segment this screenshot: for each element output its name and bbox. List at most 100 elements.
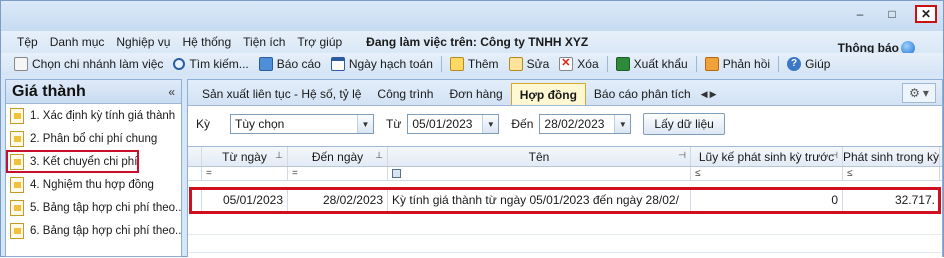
grid-filter-row: = = ≤ ≤ [188, 167, 942, 181]
sidebar-item-contract-acceptance[interactable]: 4. Nghiệm thu hợp đồng [6, 173, 181, 196]
menu-file[interactable]: Tệp [11, 35, 44, 49]
to-date-value: 28/02/2023 [544, 117, 605, 131]
menu-system[interactable]: Hệ thống [176, 35, 237, 49]
tab-prev-icon[interactable]: ◀ [701, 89, 708, 100]
chevron-down-icon: ▾ [922, 86, 929, 100]
chevron-down-icon: ▼ [614, 115, 631, 133]
sidebar-item-allocate-overhead[interactable]: 2. Phân bổ chi phí chung [6, 127, 181, 150]
sidebar-item-cost-period[interactable]: 1. Xác định kỳ tính giá thành [6, 104, 181, 127]
working-company-label: Đang làm việc trên: Công ty TNHH XYZ [366, 35, 589, 49]
sidebar-header: Giá thành « [6, 80, 181, 104]
col-header-from-date[interactable]: Từ ngày ⊥ [202, 147, 288, 166]
posting-date-button[interactable]: Ngày hạch toán [326, 57, 438, 71]
filter-prior-total[interactable]: ≤ [691, 167, 843, 180]
choose-branch-button[interactable]: Chọn chi nhánh làm việc [9, 57, 168, 71]
sidebar-item-label: 2. Phân bổ chi phí chung [30, 132, 158, 145]
sidebar-item-cost-summary-5[interactable]: 5. Bảng tập hợp chi phí theo... [6, 196, 181, 219]
settings-button[interactable]: ⚙ ▾ [902, 83, 936, 103]
sidebar-item-label: 3. Kết chuyển chi phí [30, 155, 138, 168]
report-icon [258, 57, 273, 71]
tab-next-icon[interactable]: ▶ [710, 89, 717, 100]
filter-name[interactable] [388, 167, 691, 180]
tab-orders[interactable]: Đơn hàng [441, 83, 510, 105]
col-header-label: Đến ngày [311, 149, 364, 164]
document-icon [10, 176, 24, 193]
export-button[interactable]: Xuất khẩu [611, 57, 693, 71]
menu-help[interactable]: Trợ giúp [291, 35, 348, 49]
col-header-name[interactable]: Tên ⊣ [388, 147, 691, 166]
tab-contracts[interactable]: Hợp đồng [510, 83, 586, 105]
report-button[interactable]: Báo cáo [254, 57, 326, 71]
edit-icon [508, 57, 523, 71]
collapse-icon[interactable]: « [168, 85, 175, 99]
table-row[interactable]: 05/01/2023 28/02/2023 Kỳ tính giá thành … [188, 189, 942, 211]
delete-button[interactable]: Xóa [554, 56, 603, 71]
edit-button[interactable]: Sửa [504, 57, 555, 71]
pin-icon[interactable]: ⊣ [678, 150, 686, 161]
toolbar: Chọn chi nhánh làm việc Tìm kiếm... Báo … [1, 53, 943, 75]
empty-row [188, 217, 942, 235]
menu-catalog[interactable]: Danh mục [44, 35, 111, 49]
from-date-field[interactable]: 05/01/2023 ▼ [407, 114, 500, 134]
main-content: Sản xuất liên tục - Hệ số, tỷ lệ Công tr… [187, 79, 943, 258]
pin-icon[interactable]: ⊣ [830, 150, 838, 161]
sidebar-item-label: 6. Bảng tập hợp chi phí theo... [30, 224, 181, 237]
empty-row [188, 235, 942, 253]
close-button[interactable]: ✕ [915, 5, 937, 23]
feedback-button[interactable]: Phản hồi [700, 57, 775, 71]
filter-from-date[interactable]: = [202, 167, 288, 180]
add-button[interactable]: Thêm [445, 57, 504, 71]
report-label: Báo cáo [276, 57, 321, 71]
col-header-label: Tên [528, 149, 550, 164]
col-header-current-period[interactable]: Phát sinh trong kỳ [843, 147, 940, 166]
period-select[interactable]: Tùy chọn ▼ [230, 114, 374, 134]
delete-label: Xóa [577, 57, 599, 71]
search-label: Tìm kiếm... [189, 57, 249, 71]
window-controls: ‒ □ ✕ [851, 5, 937, 23]
help-label: Giúp [805, 57, 831, 71]
toolbar-divider [440, 56, 442, 72]
minimize-button[interactable]: ‒ [851, 6, 869, 22]
sidebar-title: Giá thành [12, 82, 86, 100]
sidebar-item-transfer-costs[interactable]: 3. Kết chuyển chi phí [6, 150, 139, 173]
to-date-field[interactable]: 28/02/2023 ▼ [539, 114, 632, 134]
cell-prior-total[interactable]: 0 [691, 189, 843, 211]
maximize-button[interactable]: □ [883, 6, 901, 22]
row-selector[interactable] [188, 189, 202, 211]
fetch-data-button[interactable]: Lấy dữ liệu [643, 113, 725, 135]
chevron-down-icon: ▼ [357, 115, 373, 133]
help-icon: ? [787, 57, 802, 71]
filter-to-date[interactable]: = [288, 167, 388, 180]
document-icon [10, 107, 24, 124]
menu-operations[interactable]: Nghiệp vụ [110, 35, 176, 49]
tab-continuous-production[interactable]: Sản xuất liên tục - Hệ số, tỷ lệ [194, 83, 369, 105]
sidebar-item-cost-summary-6[interactable]: 6. Bảng tập hợp chi phí theo... [6, 219, 181, 242]
cell-from-date[interactable]: 05/01/2023 [202, 189, 288, 211]
cell-name[interactable]: Kỳ tính giá thành từ ngày 05/01/2023 đến… [388, 189, 691, 211]
filter-current-period[interactable]: ≤ [843, 167, 940, 180]
filter-operator: ≤ [847, 168, 853, 179]
menu-bar: Tệp Danh mục Nghiệp vụ Hệ thống Tiện ích… [1, 31, 943, 53]
cell-current-period[interactable]: 32.717. [843, 189, 940, 211]
toolbar-divider [778, 56, 780, 72]
pin-icon[interactable]: ⊥ [275, 150, 283, 161]
cell-to-date[interactable]: 28/02/2023 [288, 189, 388, 211]
tab-construction[interactable]: Công trình [369, 83, 441, 105]
tab-bar: Sản xuất liên tục - Hệ số, tỷ lệ Công tr… [188, 80, 942, 106]
search-button[interactable]: Tìm kiếm... [168, 57, 253, 71]
from-date-value: 05/01/2023 [412, 117, 473, 131]
tab-analysis-report[interactable]: Báo cáo phân tích [586, 83, 699, 105]
help-button[interactable]: ? Giúp [782, 57, 835, 71]
excel-icon [615, 57, 630, 71]
export-label: Xuất khẩu [633, 57, 688, 71]
grid-header-row: Từ ngày ⊥ Đến ngày ⊥ Tên ⊣ Lũy kế phát s… [188, 147, 942, 167]
col-header-label: Từ ngày [222, 149, 267, 164]
document-icon [10, 199, 24, 216]
toolbar-divider [695, 56, 697, 72]
col-header-prior-total[interactable]: Lũy kế phát sinh kỳ trước ⊣ [691, 147, 843, 166]
row-selector [188, 167, 202, 180]
menu-utilities[interactable]: Tiện ích [237, 35, 291, 49]
choose-branch-label: Chọn chi nhánh làm việc [32, 57, 164, 71]
pin-icon[interactable]: ⊥ [375, 150, 383, 161]
col-header-to-date[interactable]: Đến ngày ⊥ [288, 147, 388, 166]
